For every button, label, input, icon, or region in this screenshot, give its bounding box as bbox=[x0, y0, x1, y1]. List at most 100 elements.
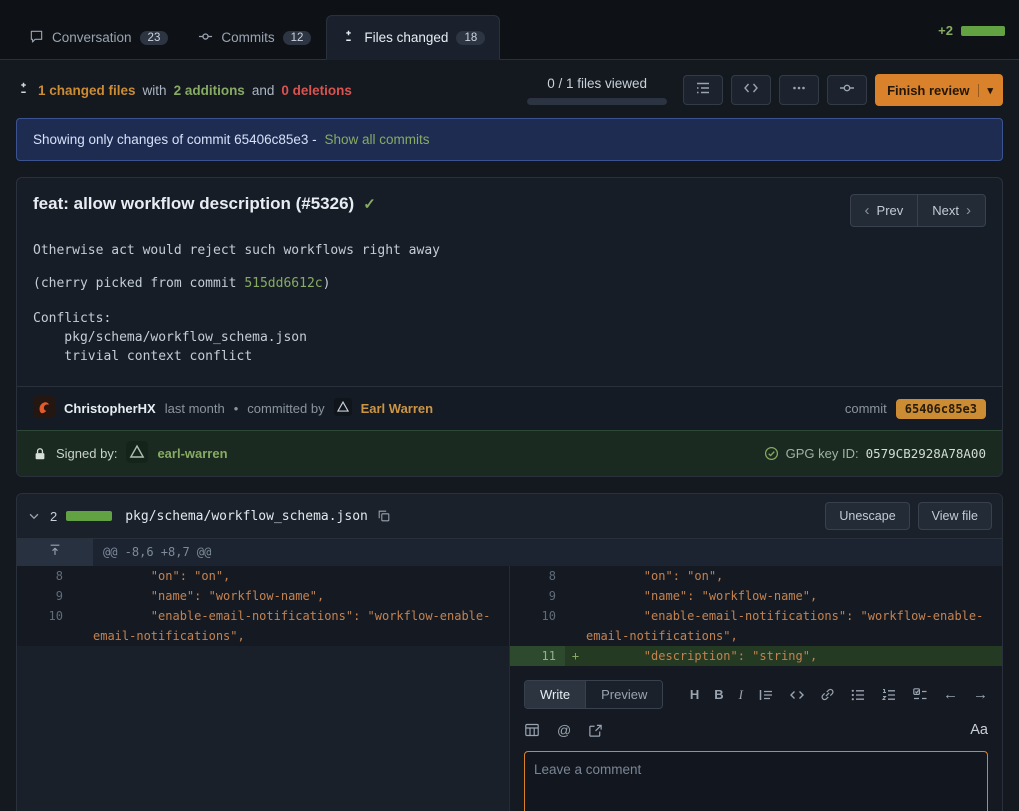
heading-icon[interactable]: H bbox=[690, 687, 699, 702]
old-line-number[interactable]: 8 bbox=[17, 566, 72, 586]
commit-options-button[interactable] bbox=[827, 75, 867, 105]
old-line-number[interactable]: 9 bbox=[17, 586, 72, 606]
ellipsis-icon bbox=[791, 80, 807, 101]
changed-files-link[interactable]: 1 changed files bbox=[38, 83, 136, 98]
file-tree-toggle-button[interactable] bbox=[683, 75, 723, 105]
hunk-header-row: @@ -8,6 +8,7 @@ bbox=[17, 539, 1002, 566]
reference-icon[interactable] bbox=[588, 723, 603, 738]
caret-down-icon: ▾ bbox=[978, 84, 993, 97]
old-line-code: "on": "on", bbox=[93, 566, 509, 586]
review-controls: 0 / 1 files viewed Finish review ▾ bbox=[527, 74, 1003, 106]
text-size-icon[interactable]: Aa bbox=[970, 722, 988, 738]
copy-filename-button[interactable] bbox=[377, 509, 391, 523]
author-name-link[interactable]: ChristopherHX bbox=[64, 401, 156, 416]
files-viewed-text: 0 / 1 files viewed bbox=[547, 76, 647, 91]
prev-label: Prev bbox=[877, 203, 904, 218]
redo-icon[interactable]: → bbox=[973, 686, 988, 703]
new-line-code: "name": "workflow-name", bbox=[586, 586, 1002, 606]
unescape-button[interactable]: Unescape bbox=[825, 502, 909, 530]
signed-by-label: Signed by: bbox=[56, 446, 117, 461]
link-icon[interactable] bbox=[820, 687, 835, 702]
summary-text: with bbox=[143, 83, 167, 98]
new-line-number[interactable]: 10 bbox=[509, 606, 565, 646]
table-icon[interactable] bbox=[524, 722, 540, 738]
signed-row: Signed by: earl-warren GPG key ID: 0579C… bbox=[17, 430, 1002, 476]
signed-check-icon: ✓ bbox=[363, 195, 376, 213]
files-viewed-block: 0 / 1 files viewed bbox=[527, 76, 667, 105]
diff-file-icon bbox=[16, 81, 31, 99]
files-viewed-progress bbox=[527, 98, 667, 105]
expand-hunk-button[interactable] bbox=[17, 539, 93, 566]
diff-file-actions: Unescape View file bbox=[825, 502, 992, 530]
commit-sha-block: commit 65406c85e3 bbox=[845, 399, 986, 419]
bold-icon[interactable]: B bbox=[714, 687, 723, 702]
diff-summary: 1 changed files with 2 additions and 0 d… bbox=[16, 81, 352, 99]
committer-avatar[interactable] bbox=[334, 398, 352, 419]
old-line-number[interactable]: 10 bbox=[17, 606, 72, 646]
write-tab[interactable]: Write bbox=[525, 681, 585, 708]
gpg-key-value: 0579CB2928A78A00 bbox=[866, 446, 986, 461]
inline-comment-form: Write Preview H B I ← → bbox=[509, 666, 1002, 811]
commit-panel: feat: allow workflow description (#5326)… bbox=[16, 177, 1003, 477]
tab-conversation[interactable]: Conversation 23 bbox=[14, 15, 183, 60]
committed-by-label: committed by bbox=[247, 401, 324, 416]
finish-review-button[interactable]: Finish review ▾ bbox=[875, 74, 1003, 106]
cherry-commit-link[interactable]: 515dd6612c bbox=[244, 276, 322, 291]
signer-avatar[interactable] bbox=[126, 441, 148, 466]
diff-view-options-button[interactable] bbox=[731, 75, 771, 105]
bullet-list-icon[interactable] bbox=[850, 687, 866, 703]
signer-link[interactable]: earl-warren bbox=[157, 446, 227, 461]
more-options-button[interactable] bbox=[779, 75, 819, 105]
summary-text: and bbox=[252, 83, 275, 98]
pr-tab-bar: Conversation 23 Commits 12 Files changed… bbox=[0, 0, 1019, 60]
new-line-marker bbox=[565, 566, 586, 586]
code-icon[interactable] bbox=[789, 687, 805, 703]
cherry-prefix: (cherry picked from commit bbox=[33, 276, 244, 291]
commit-icon bbox=[839, 80, 855, 101]
additions-count: 2 additions bbox=[174, 83, 245, 98]
mention-icon[interactable]: @ bbox=[557, 722, 571, 738]
conflict-file: pkg/schema/workflow_schema.json bbox=[33, 328, 986, 347]
undo-icon[interactable]: ← bbox=[943, 686, 958, 703]
commits-count-badge: 12 bbox=[283, 31, 312, 45]
added-line-marker: + bbox=[565, 646, 586, 666]
lock-icon bbox=[33, 447, 47, 461]
prev-commit-button[interactable]: ‹Prev bbox=[850, 194, 919, 227]
view-file-button[interactable]: View file bbox=[918, 502, 992, 530]
italic-icon[interactable]: I bbox=[739, 687, 743, 703]
commit-sha-badge[interactable]: 65406c85e3 bbox=[896, 399, 986, 419]
committer-name-link[interactable]: Earl Warren bbox=[361, 401, 434, 416]
author-avatar[interactable] bbox=[33, 396, 55, 421]
gpg-label: GPG key ID: bbox=[786, 446, 859, 461]
next-commit-button[interactable]: Next› bbox=[917, 194, 986, 227]
preview-tab[interactable]: Preview bbox=[585, 681, 662, 708]
new-line-number[interactable]: 11 bbox=[509, 646, 565, 666]
old-line-code: "enable-email-notifications": "workflow-… bbox=[93, 606, 509, 646]
new-line-number[interactable]: 8 bbox=[509, 566, 565, 586]
new-line-marker bbox=[565, 586, 586, 606]
cherry-suffix: ) bbox=[323, 276, 331, 291]
diff-stat-bar bbox=[66, 511, 112, 521]
tab-commits[interactable]: Commits 12 bbox=[183, 15, 326, 60]
commit-icon bbox=[198, 29, 213, 47]
task-list-icon[interactable] bbox=[912, 687, 928, 703]
new-line-number[interactable]: 9 bbox=[509, 586, 565, 606]
banner-message: Showing only changes of commit 65406c85e… bbox=[33, 132, 317, 147]
show-all-commits-link[interactable]: Show all commits bbox=[324, 132, 429, 147]
verified-icon bbox=[764, 446, 779, 461]
quote-icon[interactable] bbox=[758, 687, 774, 703]
commit-title: feat: allow workflow description (#5326) bbox=[33, 194, 354, 214]
tab-files-changed[interactable]: Files changed 18 bbox=[326, 15, 500, 60]
comment-toolbar-row: Write Preview H B I ← → bbox=[524, 680, 988, 709]
conflicts-header: Conflicts: bbox=[33, 309, 986, 328]
comment-textarea[interactable] bbox=[524, 751, 988, 811]
new-line-code: "on": "on", bbox=[586, 566, 1002, 586]
numbered-list-icon[interactable] bbox=[881, 687, 897, 703]
expand-up-icon bbox=[48, 543, 62, 562]
diff-stat-text: +2 bbox=[938, 23, 953, 38]
added-line-code: "description": "string", bbox=[586, 646, 1002, 666]
commit-filter-banner: Showing only changes of commit 65406c85e… bbox=[16, 118, 1003, 161]
new-line-code: "enable-email-notifications": "workflow-… bbox=[586, 606, 1002, 646]
file-tree-icon bbox=[695, 80, 711, 101]
collapse-file-button[interactable] bbox=[27, 509, 41, 523]
